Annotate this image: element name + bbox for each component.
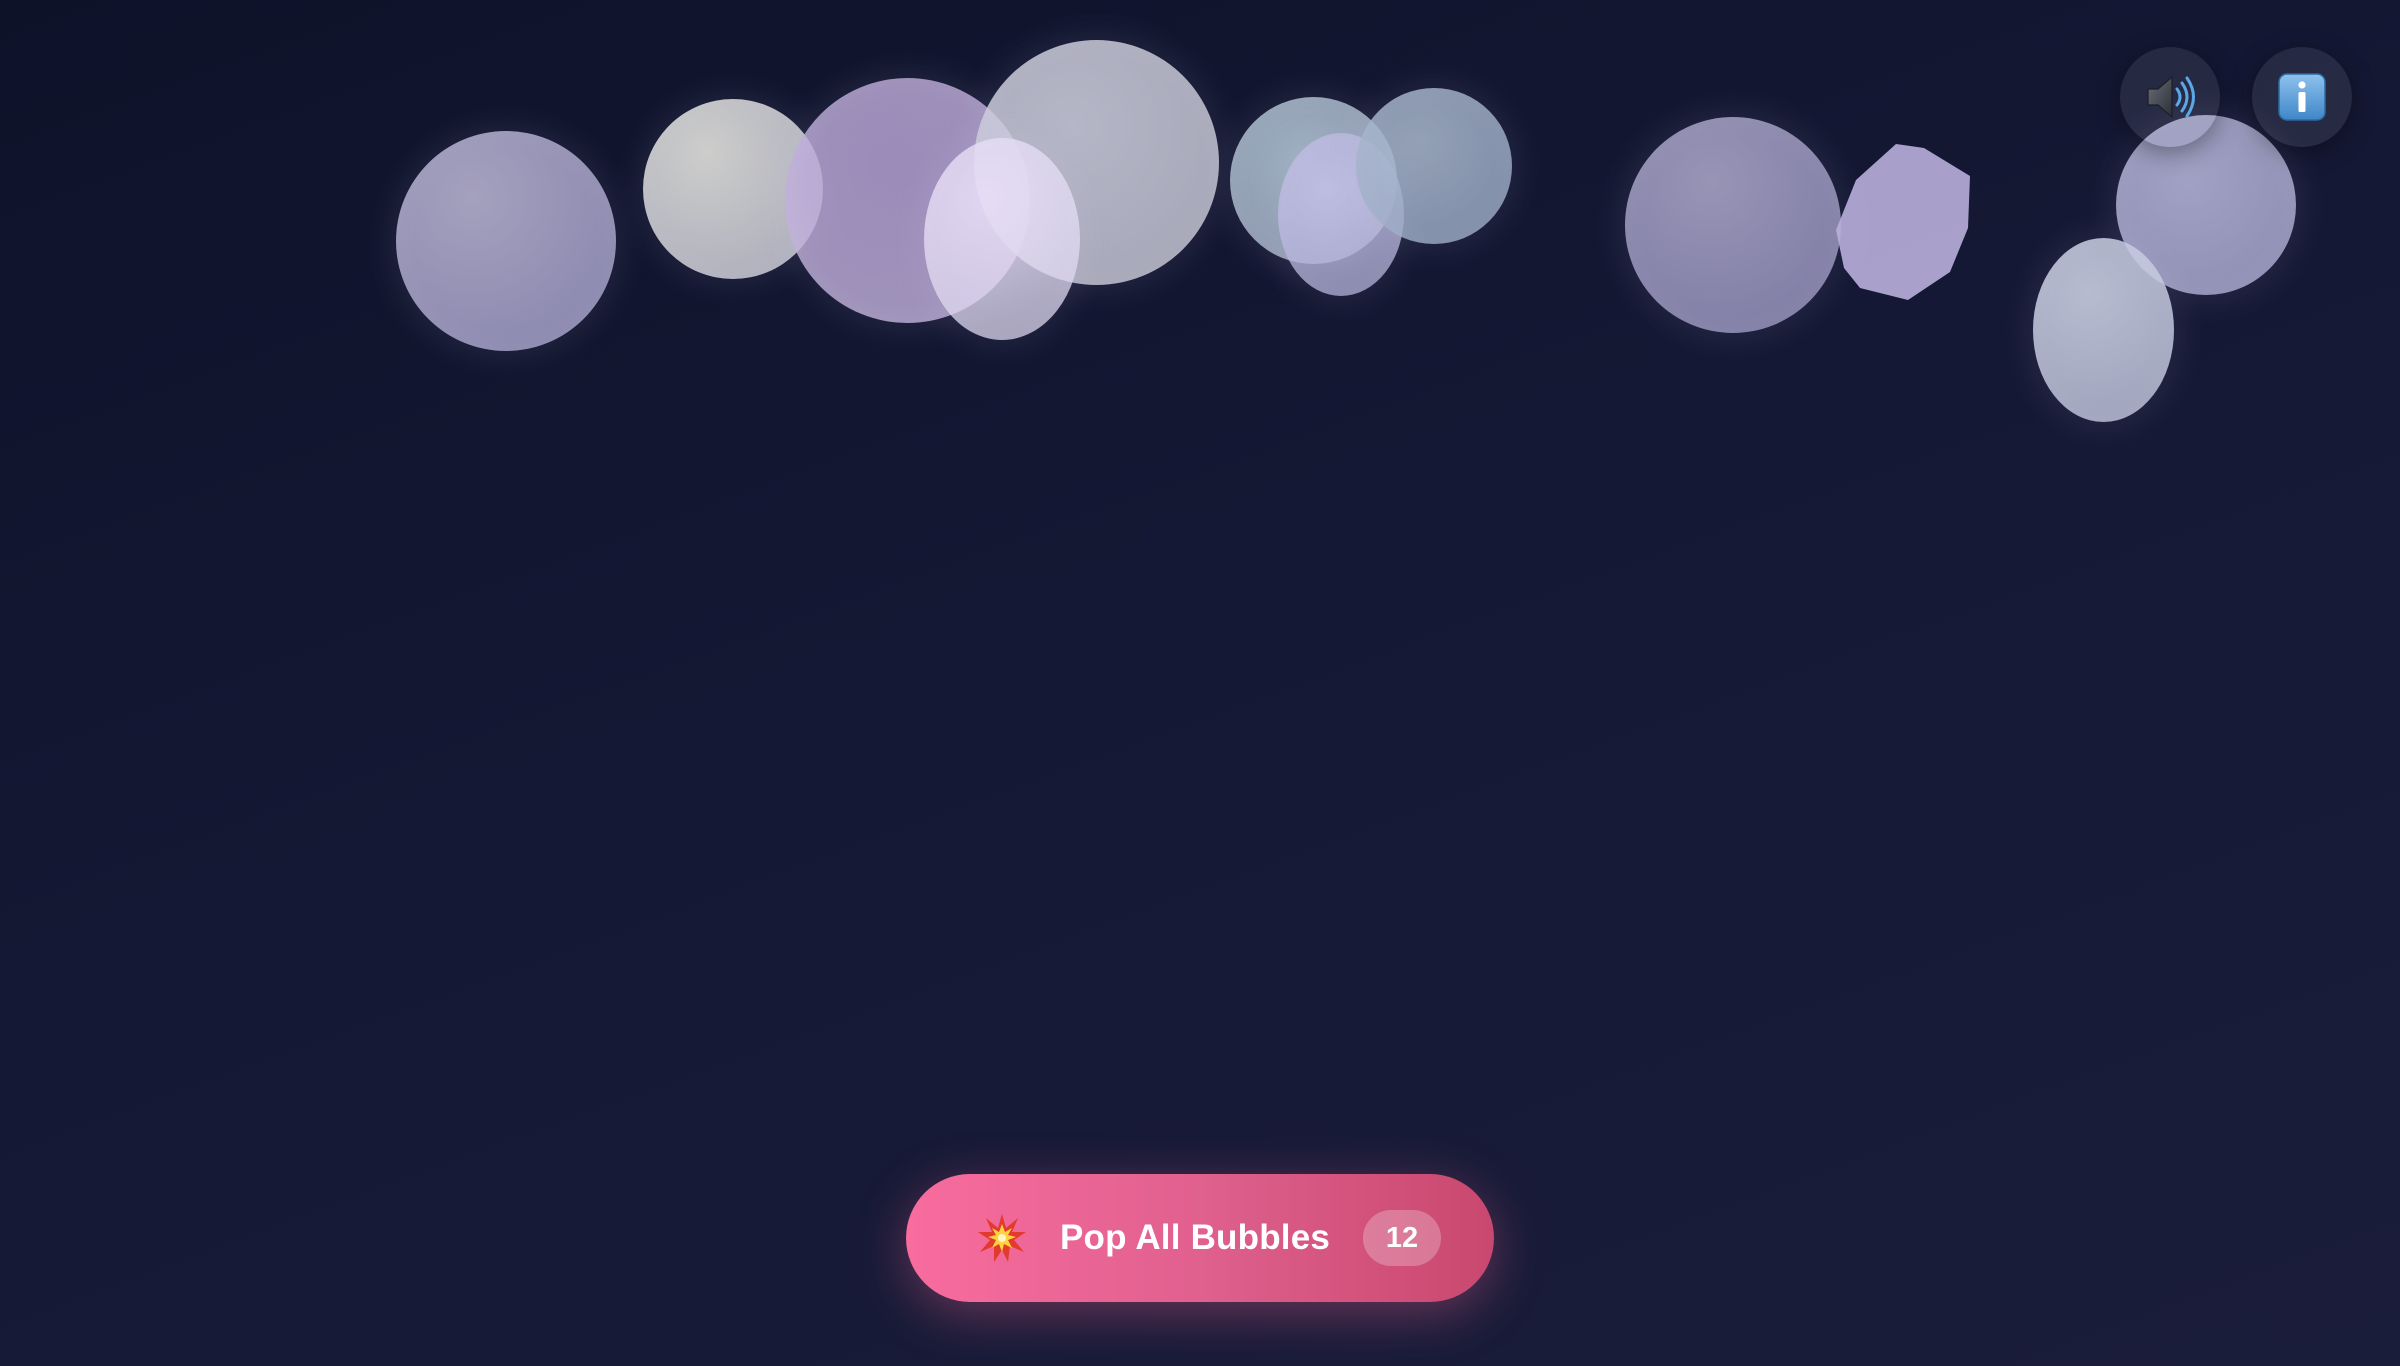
info-button[interactable] [2252,47,2352,147]
bubble-popping[interactable] [1836,144,1972,302]
pop-all-label: Pop All Bubbles [1060,1218,1331,1257]
bubble[interactable] [2033,238,2174,422]
collision-burst-icon [974,1210,1030,1266]
game-stage[interactable]: Pop All Bubbles 12 [0,0,2400,1366]
speaker-volume-icon [2147,75,2195,119]
bubble[interactable] [924,138,1080,340]
sound-toggle-button[interactable] [2120,47,2220,147]
bubble[interactable] [396,131,616,351]
pop-all-bubbles-button[interactable]: Pop All Bubbles 12 [906,1174,1494,1302]
bubble[interactable] [1356,88,1512,244]
bubble[interactable] [1625,117,1841,333]
bubble-count-badge: 12 [1363,1210,1442,1266]
info-icon [2278,73,2326,121]
